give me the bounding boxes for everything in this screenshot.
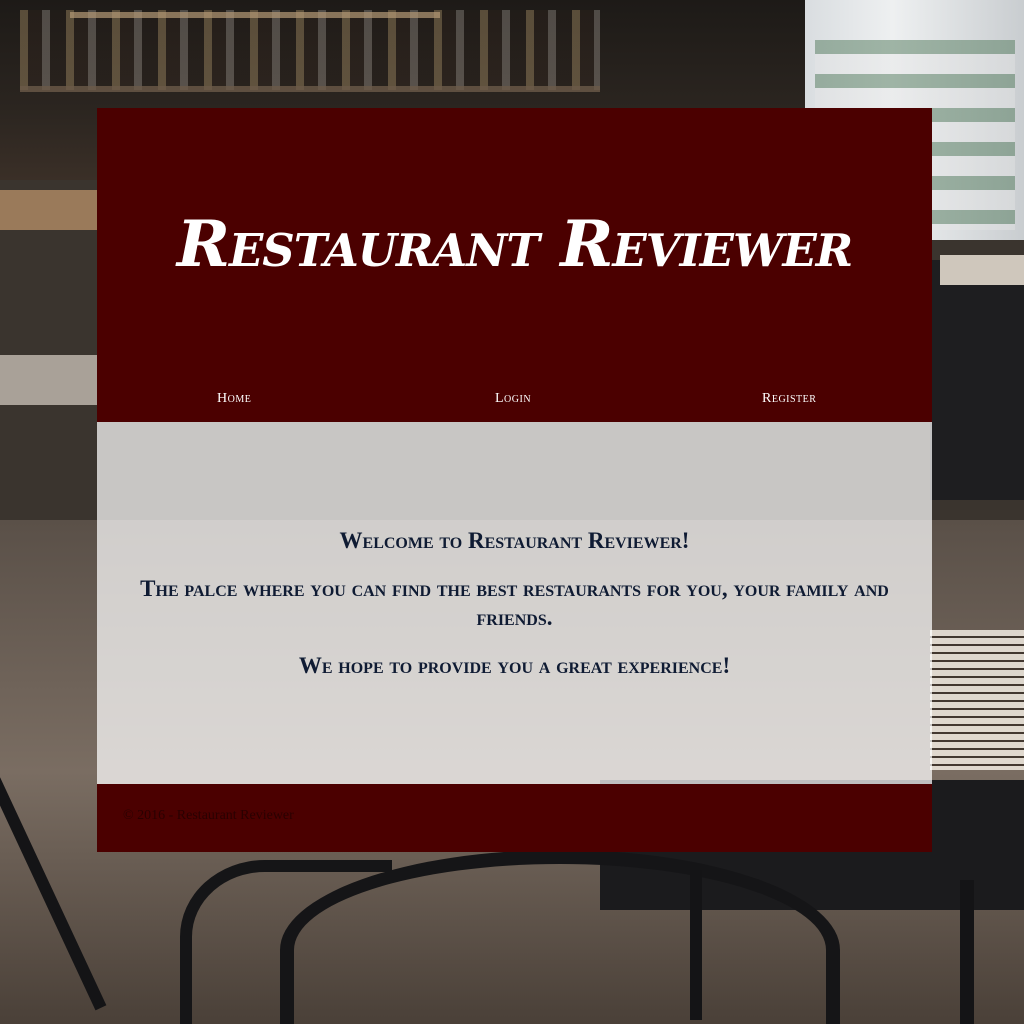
tagline-text: The palce where you can find the best re… bbox=[140, 576, 889, 630]
nav-home-link[interactable]: Home bbox=[217, 391, 251, 407]
table-top bbox=[940, 255, 1024, 285]
main-content: Welcome to Restaurant Reviewer! The palc… bbox=[97, 422, 932, 784]
table bbox=[0, 355, 100, 405]
table-leg bbox=[960, 880, 974, 1024]
bottles bbox=[20, 10, 600, 90]
site-header: Restaurant Reviewer Home Login Register bbox=[97, 108, 932, 422]
chair bbox=[180, 860, 392, 1024]
table bbox=[0, 190, 100, 230]
shelf-line bbox=[20, 86, 600, 92]
hope-text: We hope to provide you a great experienc… bbox=[298, 653, 731, 678]
welcome-heading: Welcome to Restaurant Reviewer! bbox=[339, 528, 690, 553]
table bbox=[930, 260, 1024, 500]
nav-register-link[interactable]: Register bbox=[762, 391, 816, 407]
shelf-line bbox=[70, 12, 440, 18]
nav-login-link[interactable]: Login bbox=[495, 391, 531, 407]
page-container: Restaurant Reviewer Home Login Register … bbox=[97, 108, 932, 852]
menus bbox=[930, 630, 1024, 770]
copyright-text: © 2016 - Restaurant Reviewer bbox=[123, 808, 294, 823]
site-footer: © 2016 - Restaurant Reviewer bbox=[97, 784, 932, 852]
table-leg bbox=[690, 870, 702, 1020]
main-nav: Home Login Register bbox=[97, 391, 932, 411]
site-title: Restaurant Reviewer bbox=[176, 207, 853, 282]
